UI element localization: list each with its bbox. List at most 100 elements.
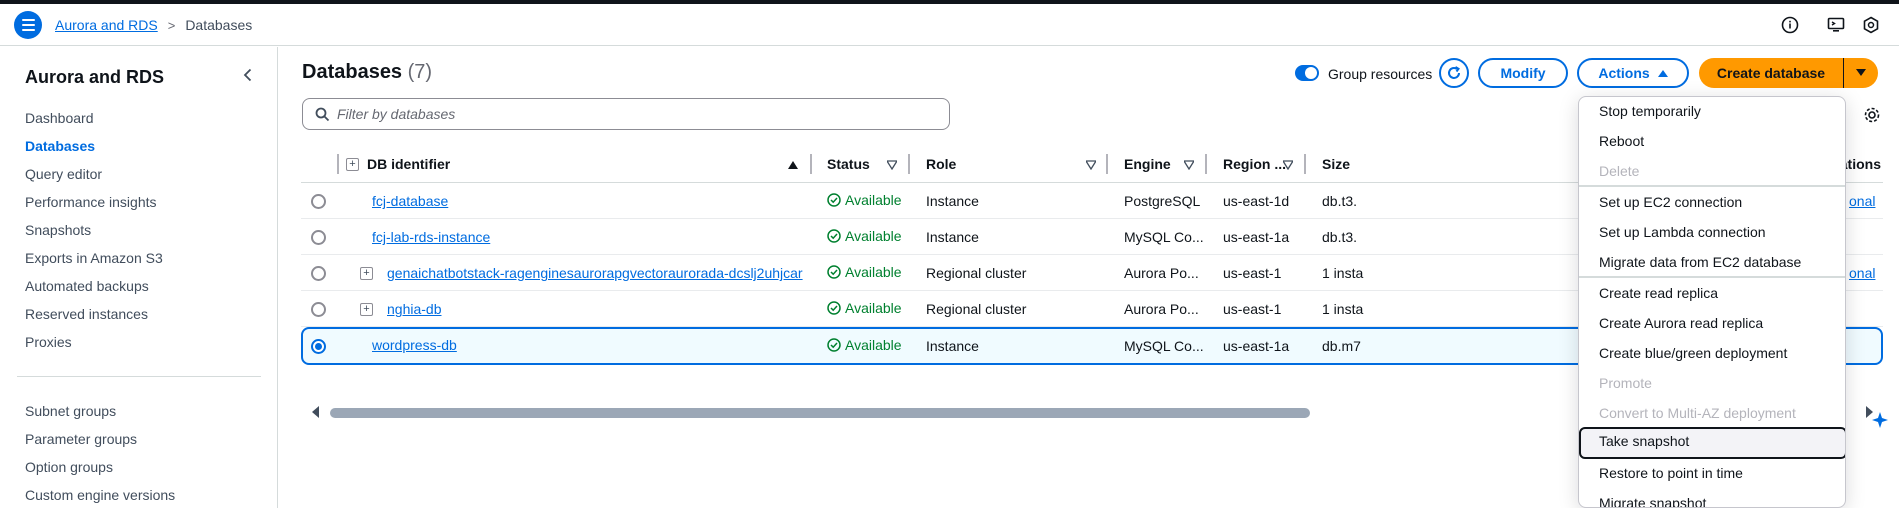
db-identifier-link[interactable]: nghia-db: [387, 301, 442, 317]
status-text: Available: [845, 192, 902, 208]
column-header-region[interactable]: Region ...: [1223, 156, 1286, 172]
sidebar-item-parameter-groups[interactable]: Parameter groups: [25, 431, 137, 447]
menu-item-create-blue-green[interactable]: Create blue/green deployment: [1579, 339, 1845, 369]
size-cell: 1 insta: [1322, 265, 1364, 281]
sidebar-item-databases[interactable]: Databases: [25, 138, 95, 154]
menu-item-migrate-snapshot[interactable]: Migrate snapshot: [1579, 489, 1845, 507]
top-navigation: Aurora and RDS > Databases: [0, 4, 1899, 46]
breadcrumb-service-link[interactable]: Aurora and RDS: [55, 17, 158, 33]
region-cell: us-east-1a: [1223, 229, 1290, 245]
db-identifier-link[interactable]: fcj-database: [372, 193, 448, 209]
sidebar-item-reserved-instances[interactable]: Reserved instances: [25, 306, 148, 322]
role-cell: Regional cluster: [926, 301, 1027, 317]
column-header-role[interactable]: Role: [926, 156, 956, 172]
sort-icon[interactable]: [1283, 160, 1293, 170]
check-circle-icon: [827, 265, 841, 279]
sort-icon[interactable]: [887, 160, 897, 170]
menu-item-delete: Delete: [1599, 163, 1640, 179]
db-identifier-link[interactable]: genaichatbotstack-ragenginesaurorapgvect…: [387, 265, 803, 281]
scroll-left-arrow[interactable]: [312, 406, 319, 418]
column-header-db-identifier[interactable]: DB identifier: [367, 156, 450, 172]
row-select-radio[interactable]: [311, 339, 326, 354]
row-select-radio[interactable]: [311, 266, 326, 281]
side-navigation: Aurora and RDS Dashboard Databases Query…: [0, 47, 278, 508]
sidebar-item-dashboard[interactable]: Dashboard: [25, 110, 94, 126]
status-text: Available: [845, 300, 902, 316]
menu-item-migrate-data-ec2[interactable]: Migrate data from EC2 database: [1579, 248, 1845, 278]
check-circle-icon: [827, 193, 841, 207]
modify-button[interactable]: Modify: [1478, 58, 1568, 88]
role-cell: Instance: [926, 193, 979, 209]
actions-cell-link[interactable]: onal: [1849, 193, 1875, 209]
row-select-radio[interactable]: [311, 302, 326, 317]
actions-cell-link[interactable]: onal: [1849, 265, 1875, 281]
menu-item-restore-point-in-time[interactable]: Restore to point in time: [1579, 459, 1845, 489]
db-identifier-link[interactable]: fcj-lab-rds-instance: [372, 229, 490, 245]
column-header-status[interactable]: Status: [827, 156, 870, 172]
sort-icon[interactable]: [1086, 160, 1096, 170]
check-circle-icon: [827, 338, 841, 352]
status-badge: Available: [827, 337, 902, 353]
create-database-label: Create database: [1716, 65, 1826, 81]
role-cell: Instance: [926, 229, 979, 245]
status-text: Available: [845, 337, 902, 353]
size-cell: db.m7: [1322, 338, 1361, 354]
sidebar-title: Aurora and RDS: [25, 67, 165, 87]
info-icon[interactable]: [1781, 16, 1799, 34]
refresh-button[interactable]: [1439, 58, 1469, 88]
sidebar-item-exports-s3[interactable]: Exports in Amazon S3: [25, 250, 163, 266]
menu-item-setup-lambda-connection[interactable]: Set up Lambda connection: [1579, 218, 1845, 248]
sort-icon[interactable]: [1184, 160, 1194, 170]
expand-row-icon[interactable]: +: [360, 303, 373, 316]
menu-item-take-snapshot[interactable]: Take snapshot: [1579, 427, 1845, 459]
column-header-size[interactable]: Size: [1322, 156, 1350, 172]
status-text: Available: [845, 264, 902, 280]
column-separator: [1205, 154, 1207, 174]
group-resources-toggle[interactable]: [1295, 65, 1319, 81]
sidebar-item-subnet-groups[interactable]: Subnet groups: [25, 403, 116, 419]
menu-item-create-aurora-read-replica[interactable]: Create Aurora read replica: [1579, 309, 1845, 339]
menu-item-stop-temporarily[interactable]: Stop temporarily: [1579, 97, 1845, 127]
status-badge: Available: [827, 264, 902, 280]
engine-cell: Aurora Po...: [1124, 301, 1199, 317]
sort-ascending-icon[interactable]: [788, 160, 798, 170]
breadcrumb: Aurora and RDS > Databases: [55, 17, 252, 33]
sidebar-item-proxies[interactable]: Proxies: [25, 334, 72, 350]
sidebar-item-performance-insights[interactable]: Performance insights: [25, 194, 157, 210]
menu-item-reboot[interactable]: Reboot: [1579, 127, 1845, 157]
sparkle-icon[interactable]: [1870, 410, 1890, 430]
create-database-dropdown-button[interactable]: [1844, 58, 1878, 88]
gear-icon[interactable]: [1863, 106, 1881, 124]
actions-dropdown-menu: Stop temporarily Reboot Delete Set up EC…: [1578, 96, 1846, 508]
menu-item-create-read-replica[interactable]: Create read replica: [1579, 279, 1845, 309]
expand-row-icon[interactable]: +: [360, 267, 373, 280]
sidebar-item-custom-engine-versions[interactable]: Custom engine versions: [25, 487, 175, 503]
sidebar-item-option-groups[interactable]: Option groups: [25, 459, 113, 475]
create-database-button[interactable]: Create database: [1699, 58, 1843, 88]
hamburger-menu-icon[interactable]: [14, 11, 42, 39]
filter-databases-input[interactable]: Filter by databases: [302, 98, 950, 130]
region-cell: us-east-1a: [1223, 338, 1290, 354]
chevron-left-icon[interactable]: [240, 67, 256, 83]
hexagon-icon[interactable]: [1862, 16, 1880, 34]
column-header-engine[interactable]: Engine: [1124, 156, 1171, 172]
actions-button[interactable]: Actions: [1577, 58, 1689, 88]
db-identifier-link[interactable]: wordpress-db: [372, 337, 457, 353]
sidebar-item-query-editor[interactable]: Query editor: [25, 166, 102, 182]
row-select-radio[interactable]: [311, 230, 326, 245]
sidebar-item-snapshots[interactable]: Snapshots: [25, 222, 91, 238]
filter-placeholder: Filter by databases: [337, 106, 456, 122]
sidebar-divider: [17, 376, 261, 377]
check-circle-icon: [827, 301, 841, 315]
cloudshell-icon[interactable]: [1827, 16, 1845, 34]
menu-item-setup-ec2-connection[interactable]: Set up EC2 connection: [1579, 188, 1845, 218]
region-cell: us-east-1d: [1223, 193, 1290, 209]
breadcrumb-separator: >: [167, 17, 176, 33]
size-cell: 1 insta: [1322, 301, 1364, 317]
sidebar-item-automated-backups[interactable]: Automated backups: [25, 278, 149, 294]
group-resources-label: Group resources: [1328, 66, 1433, 82]
row-select-radio[interactable]: [311, 194, 326, 209]
expand-all-icon[interactable]: +: [346, 158, 359, 171]
menu-separator: [1579, 185, 1845, 187]
horizontal-scrollbar-thumb[interactable]: [330, 408, 1310, 418]
